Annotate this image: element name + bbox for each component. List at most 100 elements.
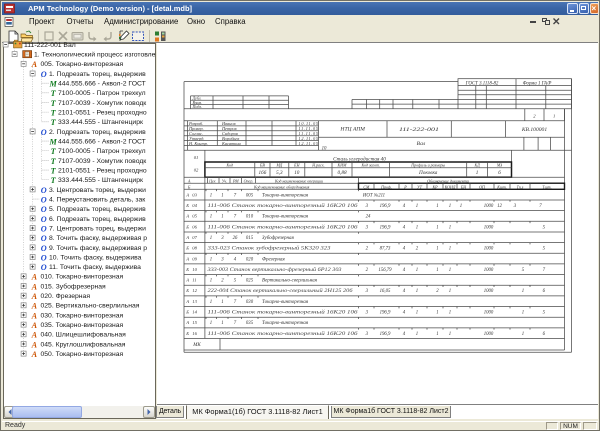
svg-text:ЕН: ЕН — [293, 163, 300, 168]
svg-text:2101-0551 - Резец проходно: 2101-0551 - Резец проходно — [58, 110, 147, 117]
svg-text:O: O — [41, 205, 47, 214]
svg-text:A: A — [31, 331, 38, 340]
svg-text:5: 5 — [234, 279, 237, 284]
svg-text:01: 01 — [194, 155, 199, 160]
svg-text:7: 7 — [234, 193, 237, 198]
svg-text:02: 02 — [194, 168, 199, 173]
svg-text:7: 7 — [539, 204, 542, 209]
svg-text:1. Подрезать торец, выдержив: 1. Подрезать торец, выдержив — [49, 71, 146, 78]
svg-text:7: 7 — [234, 300, 237, 305]
svg-text:O: O — [41, 186, 47, 195]
svg-text:5: 5 — [543, 311, 546, 316]
svg-text:A: A — [31, 340, 38, 349]
svg-text:УТ: УТ — [417, 185, 423, 190]
svg-text:111-006 Станок токарно-винто: 111-006 Станок токарно-винторезный 16К20… — [208, 223, 358, 230]
svg-text:1: 1 — [436, 332, 438, 337]
svg-text:196,9: 196,9 — [380, 311, 391, 316]
svg-text:7107-0039 - Хомутик поводк: 7107-0039 - Хомутик поводк — [58, 158, 146, 165]
svg-text:26: 26 — [233, 236, 238, 241]
svg-text:444.555.666 - Аквол-2 ГОСТ: 444.555.666 - Аквол-2 ГОСТ — [58, 81, 146, 88]
svg-text:Б: Б — [185, 331, 189, 336]
svg-text:Проф.: Проф. — [380, 185, 392, 190]
svg-text:08: 08 — [192, 246, 197, 251]
svg-text:Вал: Вал — [417, 141, 426, 147]
svg-text:3: 3 — [366, 204, 369, 209]
svg-text:035. Токарно-винторезная: 035. Токарно-винторезная — [41, 322, 124, 329]
svg-text:1: 1 — [449, 332, 451, 337]
svg-text:1: 1 — [436, 268, 438, 273]
svg-text:1: 1 — [553, 113, 555, 118]
svg-text:12: 12 — [497, 204, 502, 209]
svg-text:111-222-001 Вал: 111-222-001 Вал — [24, 42, 76, 49]
svg-text:3: 3 — [366, 225, 369, 230]
svg-text:010. Токарно-винторезная: 010. Токарно-винторезная — [41, 274, 124, 281]
svg-text:1: 1 — [522, 311, 524, 316]
svg-text:M: M — [48, 138, 57, 147]
svg-text:A: A — [31, 302, 38, 311]
svg-text:03: 03 — [192, 192, 197, 197]
svg-text:M: M — [48, 80, 57, 89]
svg-text:2: 2 — [533, 113, 536, 118]
svg-text:10. Точить фаску, выдержива: 10. Точить фаску, выдержива — [49, 254, 142, 261]
svg-text:7. Центровать торец, выдержи: 7. Центровать торец, выдержи — [49, 225, 146, 232]
svg-text:5. Подрезать торец, выдержив: 5. Подрезать торец, выдержив — [49, 206, 146, 213]
svg-text:А: А — [185, 235, 189, 240]
svg-text:1: 1 — [522, 332, 524, 337]
svg-text:035: 035 — [246, 321, 254, 326]
svg-text:0,88: 0,88 — [337, 170, 346, 176]
svg-text:10: 10 — [192, 267, 197, 272]
svg-text:4: 4 — [403, 311, 406, 316]
svg-text:МД: МД — [275, 163, 282, 168]
svg-text:O: O — [41, 128, 47, 137]
svg-text:Н.расх.: Н.расх. — [311, 163, 324, 168]
svg-text:A: A — [31, 311, 38, 320]
svg-text:10: 10 — [322, 146, 327, 151]
svg-text:1: 1 — [436, 311, 438, 316]
svg-text:12: 12 — [192, 288, 197, 293]
svg-text:1000: 1000 — [484, 247, 494, 252]
svg-text:3: 3 — [366, 289, 369, 294]
svg-text:7: 7 — [234, 321, 237, 326]
svg-text:015. Зубофрезерная: 015. Зубофрезерная — [41, 282, 107, 290]
svg-text:111-006 Станок токарно-винто: 111-006 Станок токарно-винторезный 16К20… — [208, 202, 358, 209]
svg-text:1: 1 — [436, 225, 438, 230]
svg-text:Код загот.: Код загот. — [361, 163, 381, 168]
svg-text:7: 7 — [543, 268, 546, 273]
svg-text:Поковка: Поковка — [418, 170, 438, 176]
svg-text:1: 1 — [221, 321, 223, 326]
svg-text:4: 4 — [403, 289, 406, 294]
svg-text:1: 1 — [210, 321, 212, 326]
svg-text:030: 030 — [246, 300, 254, 305]
svg-text:O: O — [41, 234, 47, 243]
svg-text:А: А — [185, 278, 189, 283]
svg-text:T: T — [51, 157, 57, 166]
svg-text:1: 1 — [210, 193, 212, 198]
svg-text:14: 14 — [192, 310, 197, 315]
svg-text:4: 4 — [403, 332, 406, 337]
svg-text:05: 05 — [192, 214, 197, 219]
svg-text:333-003 Станок вертикально-ф: 333-003 Станок вертикально-фрезерный 6Р1… — [208, 266, 342, 273]
svg-text:T: T — [51, 89, 57, 98]
svg-text:13: 13 — [192, 299, 197, 304]
svg-text:09: 09 — [192, 256, 197, 261]
svg-text:1: 1 — [449, 247, 451, 252]
svg-text:Вертикально-сверлильная: Вертикально-сверлильная — [262, 279, 318, 284]
svg-text:015: 015 — [246, 236, 254, 241]
svg-text:А: А — [185, 256, 189, 261]
svg-text:КД: КД — [473, 163, 480, 168]
svg-text:5: 5 — [543, 225, 546, 230]
svg-text:Б: Б — [185, 246, 189, 251]
svg-text:10: 10 — [294, 170, 300, 176]
svg-text:1: 1 — [210, 215, 212, 220]
svg-text:1: 1 — [416, 225, 418, 230]
svg-text:2: 2 — [221, 279, 224, 284]
svg-text:Кшт.: Кшт. — [496, 185, 507, 190]
svg-text:ЕВ: ЕВ — [259, 163, 265, 168]
svg-text:1: 1 — [210, 236, 212, 241]
svg-text:O: O — [41, 253, 47, 262]
svg-text:333.444.555 - Штангенцирк: 333.444.555 - Штангенцирк — [58, 177, 143, 184]
svg-text:3. Центровать торец, выдержи: 3. Центровать торец, выдержи — [49, 187, 146, 194]
svg-text:Касаткин: Касаткин — [221, 141, 242, 146]
svg-text:166: 166 — [259, 170, 267, 176]
svg-text:3: 3 — [514, 204, 517, 209]
